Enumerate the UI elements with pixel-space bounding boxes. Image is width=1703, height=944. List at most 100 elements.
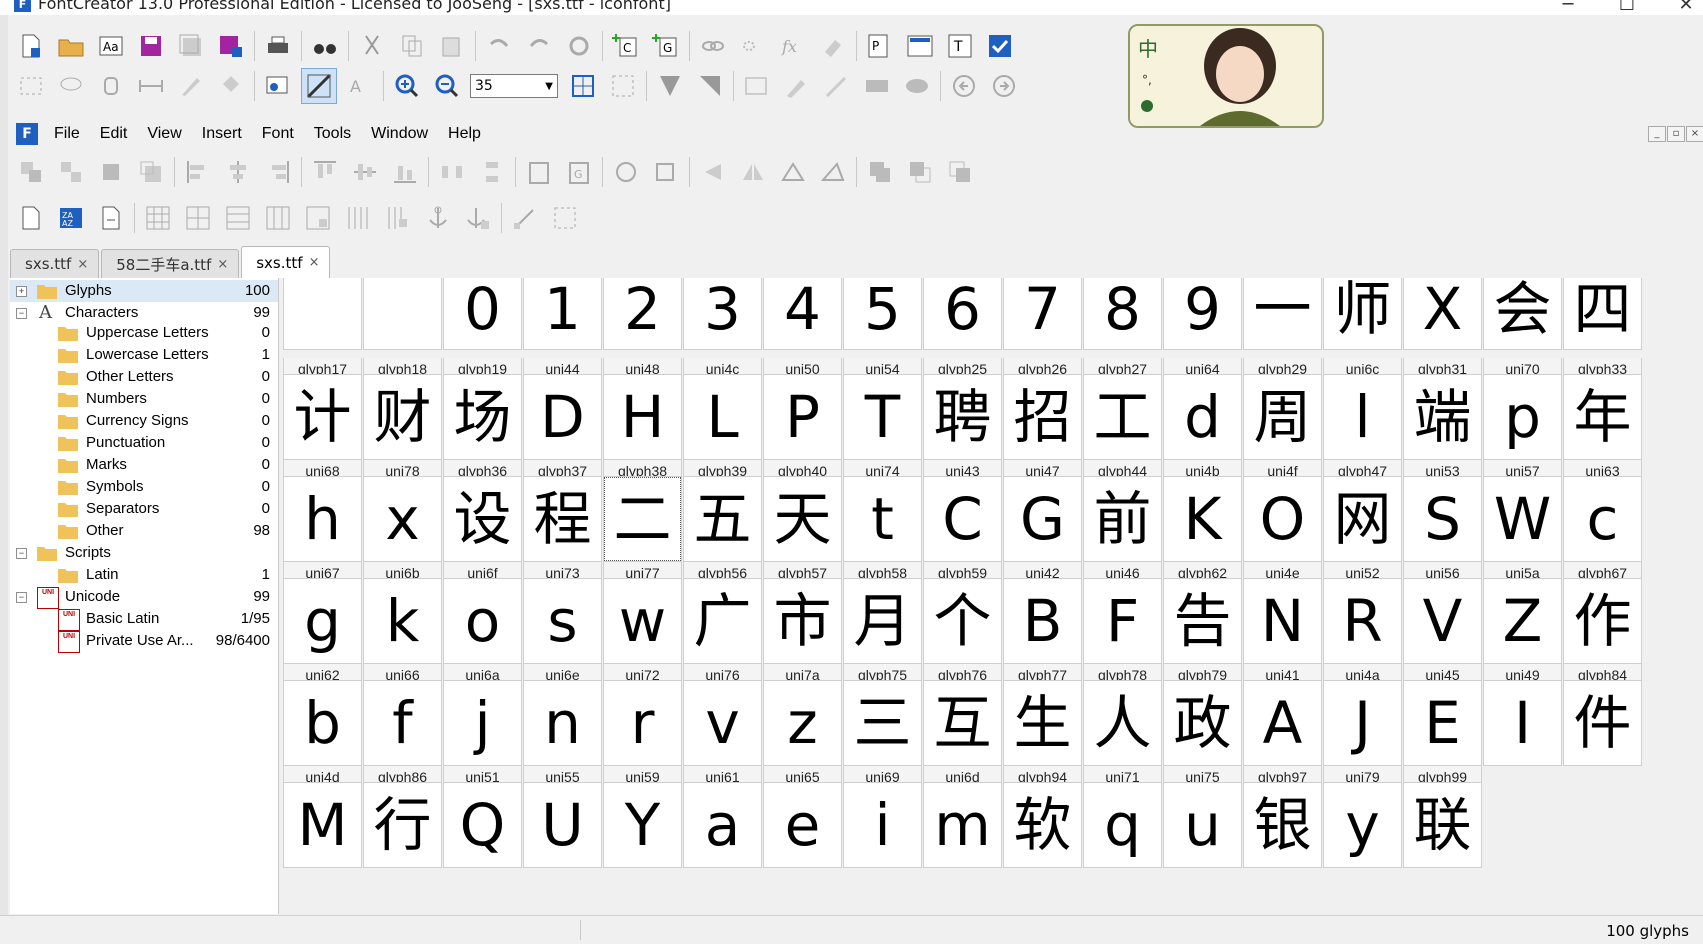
tree-item-scripts[interactable]: − Scripts <box>10 542 278 564</box>
ungroup-button[interactable] <box>54 155 88 189</box>
insert-characters-button[interactable]: C <box>609 29 643 63</box>
tab-sxs-active[interactable]: sxs.ttf × <box>241 246 331 278</box>
glyph-cell[interactable]: s uni6e <box>523 578 602 688</box>
glyph-cell[interactable]: 件 <box>1563 680 1642 790</box>
menu-font[interactable]: Font <box>252 125 304 143</box>
glyph-cell[interactable]: 告 glyph79 <box>1163 578 1242 688</box>
glyph-cell[interactable]: I <box>1483 680 1562 790</box>
glyph-cell[interactable]: p uni57 <box>1483 374 1562 484</box>
grid-view4-button[interactable] <box>261 201 295 235</box>
tree-item-other-letters[interactable]: Other Letters 0 <box>10 366 278 388</box>
open-button[interactable] <box>54 29 88 63</box>
fill-button[interactable] <box>214 69 248 103</box>
sort-button[interactable]: ZA AZ <box>54 201 88 235</box>
rectangle-button[interactable] <box>860 69 894 103</box>
glyph-cell[interactable]: Y <box>603 782 682 892</box>
transform-button[interactable] <box>649 155 683 189</box>
glyph-cell[interactable]: 软 <box>1003 782 1082 892</box>
redo-button[interactable] <box>522 29 556 63</box>
menu-tools[interactable]: Tools <box>304 125 361 143</box>
menu-edit[interactable]: Edit <box>90 125 138 143</box>
tree-item-symbols[interactable]: Symbols 0 <box>10 476 278 498</box>
glyph-cell[interactable]: 人 uni71 <box>1083 680 1162 790</box>
find-button[interactable] <box>308 29 342 63</box>
mdi-close-button[interactable]: × <box>1686 126 1703 142</box>
rotate-button[interactable] <box>609 155 643 189</box>
outline-toggle-button[interactable] <box>301 68 337 104</box>
glyph-cell[interactable]: 政 uni75 <box>1163 680 1242 790</box>
smooth-button[interactable] <box>693 69 727 103</box>
glyph-cell[interactable]: r uni59 <box>603 680 682 790</box>
glyph-cell[interactable]: Zuni49 <box>1483 578 1562 688</box>
tree-item-basic-latin[interactable]: UNI Basic Latin 1/95 <box>10 608 278 631</box>
node-button[interactable] <box>508 201 542 235</box>
tree-item-uppercase[interactable]: Uppercase Letters 0 <box>10 322 278 344</box>
glyph-cell[interactable]: 端 uni53 <box>1403 374 1482 484</box>
maximize-button[interactable]: ☐ <box>1607 0 1647 15</box>
measure-button[interactable] <box>134 69 168 103</box>
glyph-cell[interactable]: Xglyph31 <box>1403 278 1482 382</box>
link-button[interactable] <box>696 29 730 63</box>
align-top-button[interactable] <box>308 155 342 189</box>
tree-item-punctuation[interactable]: Punctuation 0 <box>10 432 278 454</box>
glyph-cell[interactable]: Juni79 <box>1323 680 1402 790</box>
glyph-cell[interactable]: 设 uni6f <box>443 476 522 586</box>
glyph-cell[interactable]: m <box>923 782 1002 892</box>
anchor-button[interactable] <box>421 201 455 235</box>
glyph-cell[interactable]: 7 glyph26 <box>1003 278 1082 382</box>
glyph-cell[interactable]: q <box>1083 782 1162 892</box>
collapse-icon[interactable]: − <box>16 592 27 603</box>
fit-button[interactable] <box>566 69 600 103</box>
close-tab-icon[interactable]: × <box>77 257 88 272</box>
glyph-cell[interactable]: z uni65 <box>763 680 842 790</box>
align-bottom-button[interactable] <box>388 155 422 189</box>
function-button[interactable]: fx <box>776 29 810 63</box>
menu-help[interactable]: Help <box>438 125 491 143</box>
pen-button[interactable] <box>174 69 208 103</box>
glyph-cell[interactable]: 1 uni44 <box>523 278 602 382</box>
glyph-cell[interactable]: M <box>283 782 362 892</box>
align-middle-button[interactable] <box>348 155 382 189</box>
tree-item-characters[interactable]: − A Characters 99 <box>10 302 278 324</box>
glyph-cell[interactable]: 工 glyph44 <box>1083 374 1162 484</box>
brush-button[interactable] <box>780 69 814 103</box>
align-left-button[interactable] <box>181 155 215 189</box>
subtract-button[interactable] <box>903 155 937 189</box>
glyph-cell[interactable]: n uni55 <box>523 680 602 790</box>
glyph-cell[interactable]: 年 uni63 <box>1563 374 1642 484</box>
lasso-button[interactable] <box>54 69 88 103</box>
grid-lock-button[interactable] <box>301 201 335 235</box>
tree-item-private-use[interactable]: UNI Private Use Ar... 98/6400 <box>10 630 278 653</box>
settings-button[interactable] <box>903 29 937 63</box>
glyph-cell[interactable]: Wuni5a <box>1483 476 1562 586</box>
glyph-cell[interactable]: 天 glyph57 <box>763 476 842 586</box>
glyph-cell[interactable]: t glyph58 <box>843 476 922 586</box>
close-button[interactable]: ✕ <box>1666 0 1703 15</box>
glyph-cell[interactable]: e <box>763 782 842 892</box>
glyph-cell[interactable]: 0 glyph19 <box>443 278 522 382</box>
glyph-cell[interactable]: Suni56 <box>1403 476 1482 586</box>
glyph-cell[interactable]: Guni42 <box>1003 476 1082 586</box>
menu-insert[interactable]: Insert <box>192 125 252 143</box>
background-image-button[interactable] <box>261 69 295 103</box>
glyph-cell[interactable]: 周 uni4f <box>1243 374 1322 484</box>
glyph-cell[interactable]: 市 uni7a <box>763 578 842 688</box>
glyph-cell[interactable]: 会 uni70 <box>1483 278 1562 382</box>
glyph-cell[interactable]: 三 uni69 <box>843 680 922 790</box>
glyph-cell[interactable]: Dglyph37 <box>523 374 602 484</box>
skew-right-button[interactable] <box>816 155 850 189</box>
tree-item-marks[interactable]: Marks 0 <box>10 454 278 476</box>
send-backward-button[interactable] <box>134 155 168 189</box>
knife-button[interactable] <box>820 69 854 103</box>
glyph-cell[interactable]: b uni4d <box>283 680 362 790</box>
glyph-cell[interactable]: 程 uni73 <box>523 476 602 586</box>
tab-sxs-1[interactable]: sxs.ttf × <box>10 249 100 278</box>
glyph-cell[interactable]: 聘 uni43 <box>923 374 1002 484</box>
insert-glyphs-button[interactable]: G <box>649 29 683 63</box>
columns-lock-button[interactable] <box>381 201 415 235</box>
close-tab-icon[interactable]: × <box>309 255 320 270</box>
glyph-cell[interactable]: 个 glyph76 <box>923 578 1002 688</box>
zoom-fit-button[interactable] <box>606 69 640 103</box>
font-preview-button[interactable]: Aa <box>94 29 128 63</box>
glyph-cell[interactable]: 财 uni78 <box>363 374 442 484</box>
